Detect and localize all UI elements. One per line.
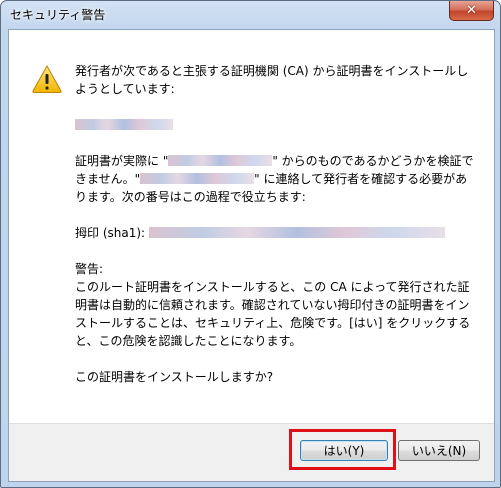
yes-button[interactable]: はい(Y) [300, 440, 388, 461]
message-body: 発行者が次であると主張する証明機関 (CA) から証明書をインストールしようとし… [75, 62, 475, 386]
warning-icon [32, 64, 62, 93]
window-title: セキュリティ警告 [10, 8, 106, 22]
dialog-window: セキュリティ警告 ✕ 発行者が次であると主張する証明機関 (CA) から証明書を… [0, 0, 501, 488]
no-button[interactable]: いいえ(N) [398, 440, 480, 461]
warning-text: このルート証明書をインストールすると、この CA によって発行された証明書は自動… [75, 280, 471, 348]
install-question: この証明書をインストールしますか? [75, 370, 274, 384]
close-icon: ✕ [466, 3, 477, 18]
thumbprint-line: 拇印 (sha1): [75, 224, 475, 242]
thumbprint-value-redacted [148, 227, 445, 238]
message-area: 発行者が次であると主張する証明機関 (CA) から証明書をインストールしようとし… [9, 30, 494, 423]
button-bar: はい(Y) いいえ(N) [9, 423, 494, 481]
warning-title: 警告: [75, 262, 104, 276]
verification-note: 証明書が実際に " " からのものであるかどうかを検証できません。" " に連絡して… [75, 154, 474, 204]
issuer-name-redacted [75, 116, 475, 134]
title-bar[interactable]: セキュリティ警告 ✕ [1, 1, 500, 29]
thumbprint-label: 拇印 (sha1): [75, 226, 146, 240]
close-button[interactable]: ✕ [449, 1, 494, 21]
dialog-client: 発行者が次であると主張する証明機関 (CA) から証明書をインストールしようとし… [8, 29, 495, 482]
message-intro: 発行者が次であると主張する証明機関 (CA) から証明書をインストールしようとし… [75, 64, 469, 96]
